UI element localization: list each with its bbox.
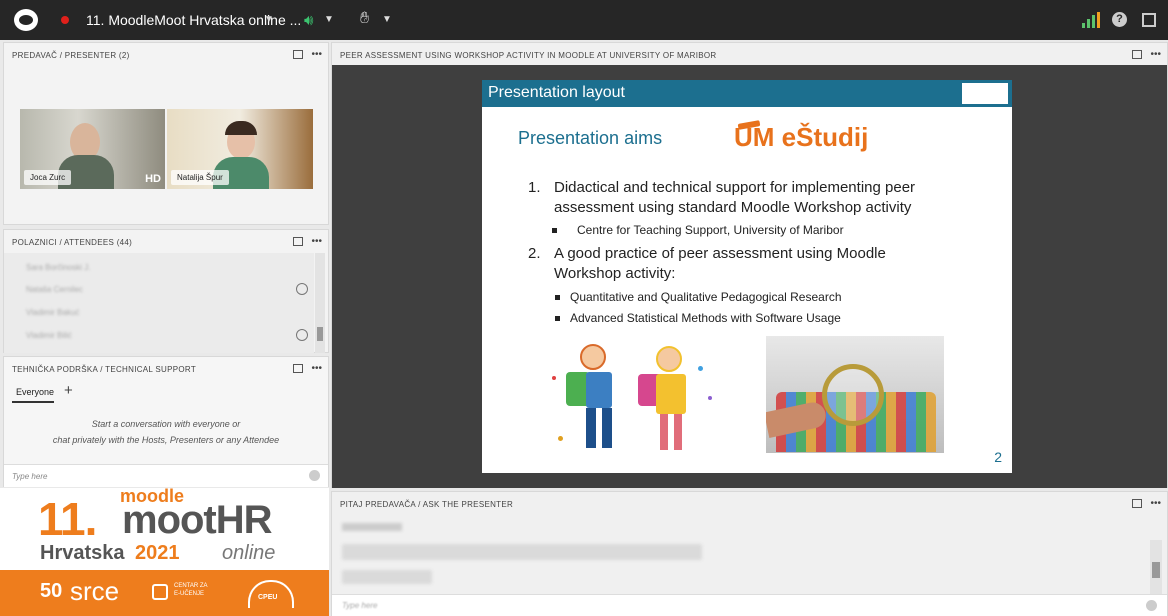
university-logo-icon bbox=[962, 83, 1008, 104]
srce-prefix: 50 bbox=[40, 580, 63, 602]
sub-list-item: Quantitative and Qualitative Pedagogical… bbox=[570, 290, 842, 304]
add-tab-icon[interactable]: + bbox=[64, 382, 73, 399]
presenter-pod: PREDAVAČ / PRESENTER (2) ••• Joca Zurc H… bbox=[3, 42, 329, 225]
active-tab-indicator bbox=[12, 401, 54, 403]
cpeu-text: E-UČENJE bbox=[174, 591, 205, 597]
maximize-icon[interactable] bbox=[1132, 499, 1143, 508]
maximize-icon[interactable] bbox=[293, 50, 304, 59]
list-item-line: assessment using standard Moodle Worksho… bbox=[554, 199, 912, 216]
brand-hrvatska: Hrvatska bbox=[40, 542, 125, 564]
slide-page-number: 2 bbox=[994, 449, 1002, 465]
slide-header: Presentation layout bbox=[482, 80, 1012, 107]
more-options-icon[interactable]: ••• bbox=[1150, 498, 1161, 509]
bullet-icon bbox=[555, 295, 560, 300]
presentation-slide[interactable]: Presentation layout Presentation aims UM… bbox=[482, 80, 1012, 473]
scrollbar-thumb[interactable] bbox=[317, 327, 323, 341]
speaker-icon[interactable]: 🔊︎ bbox=[304, 12, 313, 29]
attendee-name[interactable]: Vladimir Bilić bbox=[26, 331, 72, 340]
sub-list-item: Advanced Statistical Methods with Softwa… bbox=[570, 311, 841, 325]
brand-online: online bbox=[222, 542, 276, 564]
maximize-icon[interactable] bbox=[1132, 50, 1143, 59]
question-author bbox=[342, 523, 402, 531]
pod-title: PITAJ PREDAVAČA / ASK THE PRESENTER bbox=[340, 500, 514, 509]
chat-hint-line: Start a conversation with everyone or bbox=[91, 419, 241, 429]
srce-logo: srce bbox=[70, 576, 120, 606]
more-options-icon[interactable]: ••• bbox=[311, 363, 322, 374]
more-options-icon[interactable]: ••• bbox=[311, 49, 322, 60]
bullet-icon bbox=[555, 316, 560, 321]
chevron-down-icon[interactable]: ▼ bbox=[264, 14, 274, 25]
top-bar: 11. MoodleMoot Hrvatska online ... ▼ 🔊︎ … bbox=[0, 0, 1168, 40]
question-input[interactable]: Type here bbox=[332, 594, 1167, 616]
chevron-down-icon[interactable]: ▼ bbox=[324, 14, 334, 25]
pod-title: PEER ASSESSMENT USING WORKSHOP ACTIVITY … bbox=[340, 51, 717, 60]
hd-badge: HD bbox=[145, 173, 161, 185]
connect-logo-icon[interactable] bbox=[14, 9, 38, 31]
attendee-name[interactable]: Nataša Cernilec bbox=[26, 285, 83, 294]
chat-hint-line: chat privately with the Hosts, Presenter… bbox=[52, 435, 280, 445]
pod-title: PREDAVAČ / PRESENTER (2) bbox=[12, 51, 130, 60]
scrollbar-thumb[interactable] bbox=[1152, 562, 1160, 578]
moodlemoot-branding: 11. moodle mootHR Hrvatska 2021 online 5… bbox=[0, 486, 329, 616]
pod-title: TEHNIČKA PODRŠKA / TECHNICAL SUPPORT bbox=[12, 365, 197, 374]
send-icon[interactable] bbox=[309, 470, 320, 481]
scrollbar[interactable] bbox=[315, 253, 325, 353]
list-number: 1. bbox=[528, 179, 541, 196]
brand-moot: mootHR bbox=[122, 498, 273, 542]
more-options-icon[interactable]: ••• bbox=[1150, 49, 1161, 60]
slide-header-title: Presentation layout bbox=[488, 84, 625, 101]
list-number: 2. bbox=[528, 245, 541, 262]
maximize-icon[interactable] bbox=[293, 364, 304, 373]
list-item-line: A good practice of peer assessment using… bbox=[554, 245, 886, 262]
maximize-icon[interactable] bbox=[293, 237, 304, 246]
help-icon[interactable]: ? bbox=[1112, 12, 1127, 27]
cpeu-logo-icon bbox=[152, 584, 168, 600]
recording-indicator-icon bbox=[61, 16, 69, 24]
children-illustration bbox=[548, 336, 728, 460]
research-illustration bbox=[766, 336, 944, 453]
question-message bbox=[342, 544, 702, 560]
technical-support-pod: TEHNIČKA PODRŠKA / TECHNICAL SUPPORT •••… bbox=[3, 356, 329, 487]
chevron-down-icon[interactable]: ▼ bbox=[382, 14, 392, 25]
sponsor-band: 50 srce CENTAR ZA E-UČENJE CPEU bbox=[0, 570, 329, 616]
slide-title: Presentation aims bbox=[518, 128, 663, 148]
attendee-name[interactable]: Vladimir Bakuć bbox=[26, 308, 79, 317]
sub-list-item: Centre for Teaching Support, University … bbox=[577, 223, 844, 237]
chat-input[interactable]: Type here bbox=[4, 464, 328, 487]
list-item-line: Didactical and technical support for imp… bbox=[554, 179, 916, 196]
brand-number: 11. bbox=[38, 493, 97, 545]
video-feed[interactable]: Natalija Špur bbox=[167, 109, 313, 189]
ask-presenter-pod: PITAJ PREDAVAČA / ASK THE PRESENTER ••• … bbox=[331, 491, 1168, 616]
chat-input-placeholder: Type here bbox=[12, 472, 48, 481]
brand-year: 2021 bbox=[135, 542, 180, 564]
scrollbar[interactable] bbox=[1150, 540, 1162, 596]
globe-icon bbox=[296, 283, 308, 295]
video-feed[interactable]: Joca Zurc HD bbox=[20, 109, 165, 189]
attendee-name[interactable]: Sara Borčinoski J. bbox=[26, 263, 90, 272]
globe-icon bbox=[296, 329, 308, 341]
more-options-icon[interactable]: ••• bbox=[311, 236, 322, 247]
fullscreen-icon[interactable] bbox=[1142, 13, 1156, 27]
raise-hand-icon[interactable]: ✋︎ bbox=[360, 10, 369, 28]
list-item-line: Workshop activity: bbox=[554, 265, 676, 282]
tab-everyone[interactable]: Everyone bbox=[16, 387, 54, 397]
connection-strength-icon[interactable] bbox=[1082, 12, 1100, 28]
video-name-label: Joca Zurc bbox=[24, 170, 72, 185]
bullet-icon bbox=[552, 228, 557, 233]
attendees-pod: POLAZNICI / ATTENDEES (44) ••• Sara Borč… bbox=[3, 229, 329, 353]
send-icon[interactable] bbox=[1146, 600, 1157, 611]
cpeu-text: CENTAR ZA bbox=[174, 583, 208, 589]
cpeu-logo: CPEU bbox=[258, 594, 278, 601]
question-input-placeholder: Type here bbox=[342, 601, 378, 610]
pod-title: POLAZNICI / ATTENDEES (44) bbox=[12, 238, 133, 247]
headset-icon bbox=[225, 121, 257, 135]
video-name-label: Natalija Špur bbox=[171, 170, 229, 185]
question-message bbox=[342, 570, 432, 584]
